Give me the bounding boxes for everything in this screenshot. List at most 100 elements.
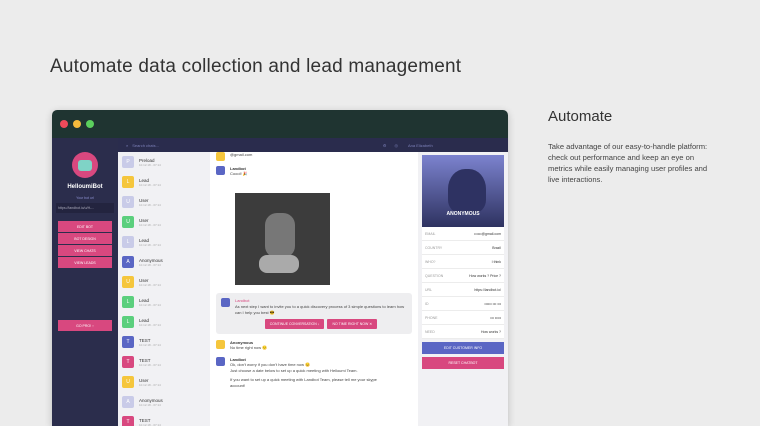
- field-value: ••••••@gmail.com: [474, 231, 501, 236]
- contact-avatar: U: [122, 216, 134, 228]
- field-label: COUNTRY: [425, 245, 443, 250]
- field-label: URL: [425, 287, 433, 292]
- bot-name: HelloumiBot: [67, 184, 103, 190]
- notification-icon[interactable]: ◎: [395, 143, 399, 148]
- chat-list: P Preload 10.12.18 - 07:14 L Lead 10.12.18 - …: [118, 152, 210, 426]
- contact-date: 10.12.18 - 07:14: [139, 362, 161, 367]
- top-bar: ⌕ Search chats... ⚙ ◎ Ana Elizabeth: [118, 138, 508, 152]
- close-dot-icon[interactable]: [60, 120, 68, 128]
- robot-gif-image: [235, 193, 330, 285]
- customer-avatar: ANONYMOUS: [422, 155, 504, 227]
- message-text: No time right now 😔: [230, 345, 268, 350]
- chat-list-item[interactable]: L Lead 10.12.18 - 07:14: [118, 172, 210, 192]
- contact-avatar: L: [122, 236, 134, 248]
- contact-avatar: T: [122, 416, 134, 426]
- profile-field: URL https://landbot.io/: [422, 283, 504, 297]
- chat-list-item[interactable]: U User 10.12.18 - 07:14: [118, 212, 210, 232]
- contact-avatar: U: [122, 376, 134, 388]
- profile-field: PHONE ••• •••••: [422, 311, 504, 325]
- contact-avatar: L: [122, 316, 134, 328]
- chat-list-item[interactable]: T TEST 10.12.18 - 07:14: [118, 352, 210, 372]
- page-heading: Automate data collection and lead manage…: [50, 56, 462, 77]
- contact-date: 10.12.18 - 07:14: [139, 242, 161, 247]
- field-label: PHONE: [425, 315, 438, 320]
- profile-field: NEED How works ?: [422, 325, 504, 339]
- field-value: •••••• ••• •••: [484, 301, 501, 306]
- contact-date: 10.12.18 - 07:14: [139, 202, 161, 207]
- contact-avatar: U: [122, 196, 134, 208]
- view-leads-button[interactable]: VIEW LEADS: [58, 257, 112, 269]
- chat-panel: @gmail.com Landbot Coool! 🎉 Landbot As nex…: [210, 152, 418, 426]
- message-text: Just choose a date below to set up a qui…: [230, 368, 358, 373]
- view-chats-button[interactable]: VIEW CHATS: [58, 245, 112, 257]
- app-window: HelloumiBot Your bot url https://landbot…: [52, 110, 508, 426]
- search-icon: ⌕: [126, 142, 129, 148]
- chat-list-item[interactable]: P Preload 10.12.18 - 07:14: [118, 152, 210, 172]
- field-label: EMAIL: [425, 231, 436, 236]
- chat-list-item[interactable]: A Anonymous 10.12.18 - 07:14: [118, 392, 210, 412]
- contact-date: 10.12.18 - 07:14: [139, 342, 161, 347]
- profile-field: ID •••••• ••• •••: [422, 297, 504, 311]
- user-avatar: [216, 152, 225, 161]
- section-description: Take advantage of our easy-to-handle pla…: [548, 142, 708, 184]
- message-text: Coool! 🎉: [230, 171, 248, 176]
- contact-date: 10.12.18 - 07:14: [139, 182, 161, 187]
- maximize-dot-icon[interactable]: [86, 120, 94, 128]
- robot-icon: [78, 159, 92, 171]
- contact-date: 10.12.18 - 07:14: [139, 282, 161, 287]
- field-label: QUESTION: [425, 273, 444, 278]
- contact-avatar: L: [122, 176, 134, 188]
- sidebar: HelloumiBot Your bot url https://landbot…: [52, 138, 118, 426]
- contact-name: Anonymous: [139, 257, 163, 263]
- settings-icon[interactable]: ⚙: [383, 143, 387, 148]
- profile-field: QUESTION How works ? Price ?: [422, 269, 504, 283]
- bot-avatar: [216, 357, 225, 366]
- user-menu[interactable]: Ana Elizabeth: [408, 143, 508, 148]
- contact-date: 10.12.18 - 07:14: [139, 162, 161, 167]
- section-title: Automate: [548, 108, 613, 125]
- minimize-dot-icon[interactable]: [73, 120, 81, 128]
- chat-list-item[interactable]: A Anonymous 10.12.18 - 07:14: [118, 252, 210, 272]
- field-value: Brazil: [492, 245, 501, 250]
- edit-bot-button[interactable]: EDIT BOT: [58, 221, 112, 233]
- contact-avatar: T: [122, 336, 134, 348]
- bot-url-label: Your bot url: [76, 196, 94, 200]
- bot-design-button[interactable]: BOT DESIGN: [58, 233, 112, 245]
- contact-avatar: U: [122, 276, 134, 288]
- contact-date: 10.12.18 - 07:14: [139, 222, 161, 227]
- no-time-button[interactable]: NO TIME RIGHT NOW ✕: [327, 319, 378, 329]
- profile-field: WHO? I think: [422, 255, 504, 269]
- chat-list-item[interactable]: U User 10.12.18 - 07:14: [118, 372, 210, 392]
- contact-avatar: A: [122, 396, 134, 408]
- contact-date: 10.12.18 - 07:14: [139, 302, 161, 307]
- bot-url[interactable]: https://landbot.io/u/H-...: [56, 203, 114, 213]
- contact-name: Anonymous: [139, 397, 163, 403]
- reset-chatbot-button[interactable]: RESET CHATBOT: [422, 357, 504, 369]
- chat-list-item[interactable]: T TEST 10.12.18 - 07:14: [118, 332, 210, 352]
- chat-list-item[interactable]: L Lead 10.12.18 - 07:14: [118, 232, 210, 252]
- contact-date: 10.12.18 - 07:14: [139, 262, 161, 267]
- person-silhouette-icon: [448, 169, 486, 213]
- search-input[interactable]: Search chats...: [132, 143, 159, 148]
- field-value: https://landbot.io/: [474, 287, 501, 292]
- go-pro-button[interactable]: GO PRO! ↑: [58, 320, 112, 332]
- continue-conversation-button[interactable]: CONTINUE CONVERSATION ↓: [264, 319, 325, 329]
- chat-list-item[interactable]: U User 10.12.18 - 07:14: [118, 272, 210, 292]
- edit-customer-info-button[interactable]: EDIT CUSTOMER INFO: [422, 342, 504, 354]
- bot-avatar: [216, 166, 225, 175]
- field-label: NEED: [425, 329, 435, 334]
- message-text: As next step I want to invite you to a q…: [235, 304, 405, 315]
- bot-card-message: Landbot As next step I want to invite you…: [216, 293, 412, 334]
- chat-list-item[interactable]: U User 10.12.18 - 07:14: [118, 192, 210, 212]
- chat-list-item[interactable]: T TEST 10.12.18 - 07:14: [118, 412, 210, 426]
- field-value: How works ?: [480, 329, 501, 334]
- chat-list-item[interactable]: L Lead 10.12.18 - 07:14: [118, 312, 210, 332]
- bot-avatar: [72, 152, 98, 178]
- contact-date: 10.12.18 - 07:14: [139, 382, 161, 387]
- profile-field: EMAIL ••••••@gmail.com: [422, 227, 504, 241]
- bot-avatar: [221, 298, 230, 307]
- user-avatar: [216, 340, 225, 349]
- profile-field: COUNTRY Brazil: [422, 241, 504, 255]
- title-bar: [52, 110, 508, 138]
- chat-list-item[interactable]: L Lead 10.12.18 - 07:14: [118, 292, 210, 312]
